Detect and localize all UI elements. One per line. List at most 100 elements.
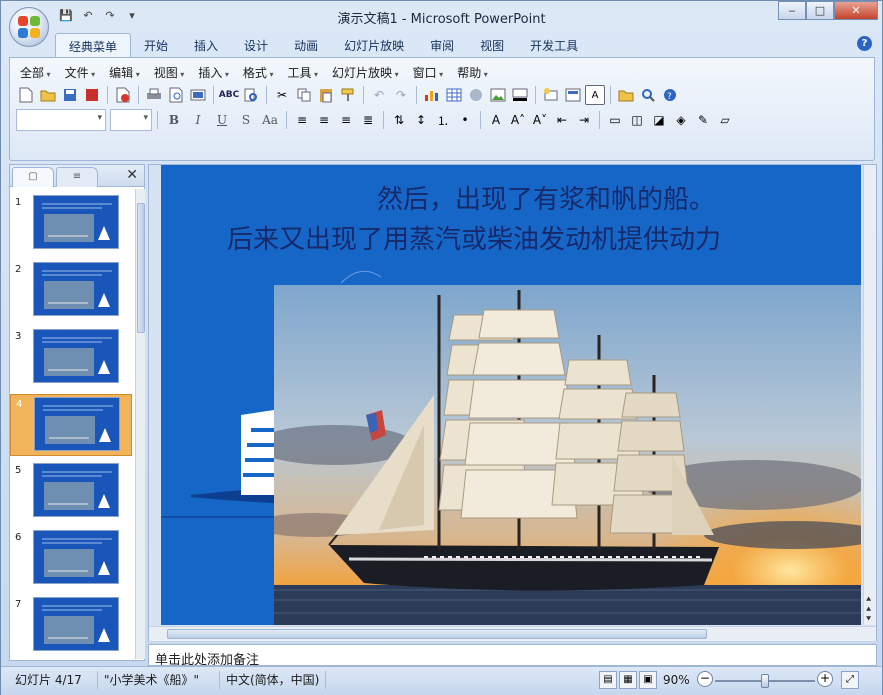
- shrink-font-icon[interactable]: A˅: [530, 110, 550, 130]
- line-color-icon[interactable]: [510, 85, 530, 105]
- panel-scrollbar[interactable]: [135, 189, 145, 659]
- insert-table-icon[interactable]: [444, 85, 464, 105]
- menu-format[interactable]: 格式: [241, 64, 286, 80]
- zoom-level[interactable]: 90%: [657, 671, 696, 689]
- open-folder-icon[interactable]: [38, 85, 58, 105]
- tab-view[interactable]: 视图: [467, 33, 517, 57]
- justify-icon[interactable]: ≣: [358, 110, 378, 130]
- redo-icon[interactable]: ↷: [391, 85, 411, 105]
- insert-chart-icon[interactable]: [422, 85, 442, 105]
- zoom-slider-thumb[interactable]: [761, 674, 769, 688]
- text-shadow-button[interactable]: S: [235, 110, 257, 130]
- slide-horizontal-scrollbar[interactable]: [149, 626, 876, 641]
- menu-tools[interactable]: 工具: [285, 64, 330, 80]
- slide-layout-icon[interactable]: [563, 85, 583, 105]
- new-document-icon[interactable]: [16, 85, 36, 105]
- current-slide[interactable]: 然后，出现了有浆和帆的船。 后来又出现了用蒸汽或柴油发动机提供动力: [161, 165, 861, 625]
- line-spacing-icon[interactable]: ↕: [411, 110, 431, 130]
- paste-icon[interactable]: [316, 85, 336, 105]
- increase-indent-icon[interactable]: ⇥: [574, 110, 594, 130]
- tall-ship-photo[interactable]: [274, 285, 861, 625]
- tab-animations[interactable]: 动画: [281, 33, 331, 57]
- quick-styles-icon[interactable]: ◪: [649, 110, 669, 130]
- fit-to-window-icon[interactable]: ⤢: [841, 671, 859, 689]
- align-center-icon[interactable]: ≡: [314, 110, 334, 130]
- slide-thumbnail[interactable]: 2: [10, 260, 132, 322]
- align-right-icon[interactable]: ≡: [336, 110, 356, 130]
- zoom-in-icon[interactable]: +: [817, 671, 833, 687]
- help-icon[interactable]: ?: [660, 85, 680, 105]
- maximize-button[interactable]: □: [806, 1, 834, 20]
- tab-outline[interactable]: ≡: [56, 167, 98, 187]
- new-slide-icon[interactable]: [541, 85, 561, 105]
- slide-sorter-icon[interactable]: ▦: [619, 671, 637, 689]
- menu-edit[interactable]: 编辑: [107, 64, 152, 80]
- minimize-button[interactable]: ‒: [778, 1, 806, 20]
- slide-thumbnail[interactable]: 7: [10, 595, 132, 657]
- prev-next-slide-icon[interactable]: ⯅ ⯅ ⯆: [865, 595, 872, 625]
- close-button[interactable]: ✕: [834, 1, 878, 20]
- bullets-icon[interactable]: •: [455, 110, 475, 130]
- align-left-icon[interactable]: ≡: [292, 110, 312, 130]
- tab-slides[interactable]: ▢: [12, 167, 54, 187]
- panel-scroll-thumb[interactable]: [137, 203, 145, 333]
- horizontal-scroll-thumb[interactable]: [167, 629, 707, 639]
- tab-home[interactable]: 开始: [131, 33, 181, 57]
- menu-slideshow[interactable]: 幻灯片放映: [330, 64, 411, 80]
- insert-clipart-icon[interactable]: [466, 85, 486, 105]
- bold-button[interactable]: B: [163, 110, 185, 130]
- cut-icon[interactable]: ✂: [272, 85, 292, 105]
- export-pdf-icon[interactable]: [113, 85, 133, 105]
- insert-picture-icon[interactable]: [488, 85, 508, 105]
- font-size-combo[interactable]: [110, 109, 152, 131]
- normal-view-icon[interactable]: ▤: [599, 671, 617, 689]
- spelling-icon[interactable]: ABC: [219, 85, 239, 105]
- slideshow-view-icon[interactable]: ▣: [639, 671, 657, 689]
- menu-file[interactable]: 文件: [63, 64, 108, 80]
- slide-thumbnail[interactable]: 6: [10, 528, 132, 590]
- underline-button[interactable]: U: [211, 110, 233, 130]
- shape-fill-icon[interactable]: ◈: [671, 110, 691, 130]
- tab-developer[interactable]: 开发工具: [517, 33, 591, 57]
- change-case-button[interactable]: Aa: [259, 110, 281, 130]
- text-direction-icon[interactable]: ⇅: [389, 110, 409, 130]
- print-preview-icon[interactable]: [166, 85, 186, 105]
- print-icon[interactable]: [144, 85, 164, 105]
- help-icon[interactable]: ?: [857, 36, 872, 51]
- tab-review[interactable]: 审阅: [417, 33, 467, 57]
- undo-icon[interactable]: ↶: [369, 85, 389, 105]
- shape-outline-icon[interactable]: ✎: [693, 110, 713, 130]
- save-icon[interactable]: [60, 85, 80, 105]
- zoom-out-icon[interactable]: −: [697, 671, 713, 687]
- font-name-combo[interactable]: [16, 109, 106, 131]
- permission-icon[interactable]: [82, 85, 102, 105]
- slide-show-icon[interactable]: [188, 85, 208, 105]
- notes-pane[interactable]: 单击此处添加备注: [148, 644, 877, 666]
- format-painter-icon[interactable]: [338, 85, 358, 105]
- zoom-slider[interactable]: [715, 674, 815, 688]
- numbering-icon[interactable]: ⒈: [433, 110, 453, 130]
- slide-thumbnail[interactable]: 4: [10, 394, 132, 456]
- menu-all[interactable]: 全部: [18, 64, 63, 80]
- tab-insert[interactable]: 插入: [181, 33, 231, 57]
- menu-insert[interactable]: 插入: [196, 64, 241, 80]
- shape-effects-icon[interactable]: ▱: [715, 110, 735, 130]
- slide-thumbnail[interactable]: 1: [10, 193, 132, 255]
- tab-design[interactable]: 设计: [231, 33, 281, 57]
- zoom-icon[interactable]: [638, 85, 658, 105]
- arrange-icon[interactable]: ◫: [627, 110, 647, 130]
- text-box-icon[interactable]: A: [585, 85, 605, 105]
- open-folder-icon[interactable]: [616, 85, 636, 105]
- decrease-indent-icon[interactable]: ⇤: [552, 110, 572, 130]
- research-icon[interactable]: [241, 85, 261, 105]
- menu-window[interactable]: 窗口: [411, 64, 456, 80]
- slide-thumbnail[interactable]: 3: [10, 327, 132, 389]
- language-indicator[interactable]: 中文(简体，中国): [219, 671, 327, 689]
- grow-font-icon[interactable]: A˄: [508, 110, 528, 130]
- menu-view[interactable]: 视图: [152, 64, 197, 80]
- tab-slideshow[interactable]: 幻灯片放映: [331, 33, 417, 57]
- shapes-icon[interactable]: ▭: [605, 110, 625, 130]
- tab-classic-menu[interactable]: 经典菜单: [55, 33, 132, 57]
- copy-icon[interactable]: [294, 85, 314, 105]
- menu-help[interactable]: 帮助: [455, 64, 500, 80]
